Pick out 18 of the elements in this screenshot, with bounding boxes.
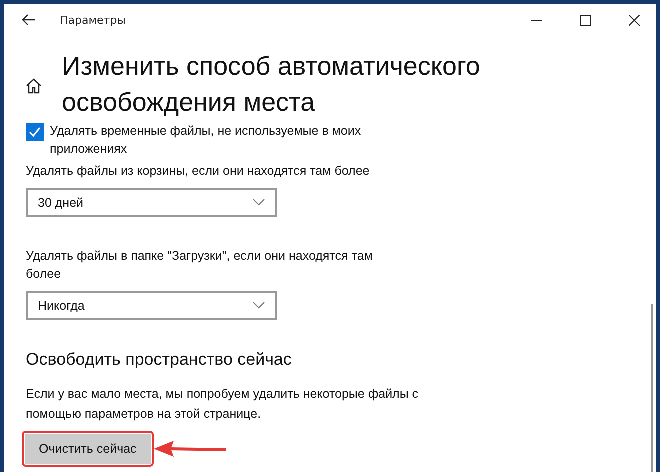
dropdown[interactable]: Никогда	[26, 291, 277, 320]
home-icon[interactable]	[26, 78, 42, 94]
window-title: Параметры	[60, 14, 126, 26]
scrollbar[interactable]	[651, 304, 653, 472]
description: Если у вас мало места, мы попробуем удалить некоторые файлы с помощью параметров на этой странице.	[26, 386, 420, 423]
section-heading: Освободить пространство сейчас	[26, 350, 293, 370]
checkbox-label: Удалять временные файлы, не используемые в моих приложениях	[50, 123, 362, 158]
dropdown-label: Удалять файлы из корзины, если они находятся там более	[26, 163, 371, 180]
close-icon[interactable]	[629, 14, 640, 26]
checkbox[interactable]	[26, 123, 44, 141]
chevron-down-icon	[253, 199, 265, 206]
chevron-down-icon	[253, 302, 265, 309]
page-title: Изменить способ автоматического освобождения места	[62, 50, 482, 119]
dropdown-label: Удалять файлы в папке "Загрузки", если они находятся там более	[26, 248, 374, 283]
dropdown[interactable]: 30 дней	[26, 188, 277, 217]
clean-now-button[interactable]: Очистить сейчас	[25, 434, 151, 464]
maximize-icon[interactable]	[580, 14, 591, 26]
back-arrow-icon[interactable]	[22, 14, 36, 26]
